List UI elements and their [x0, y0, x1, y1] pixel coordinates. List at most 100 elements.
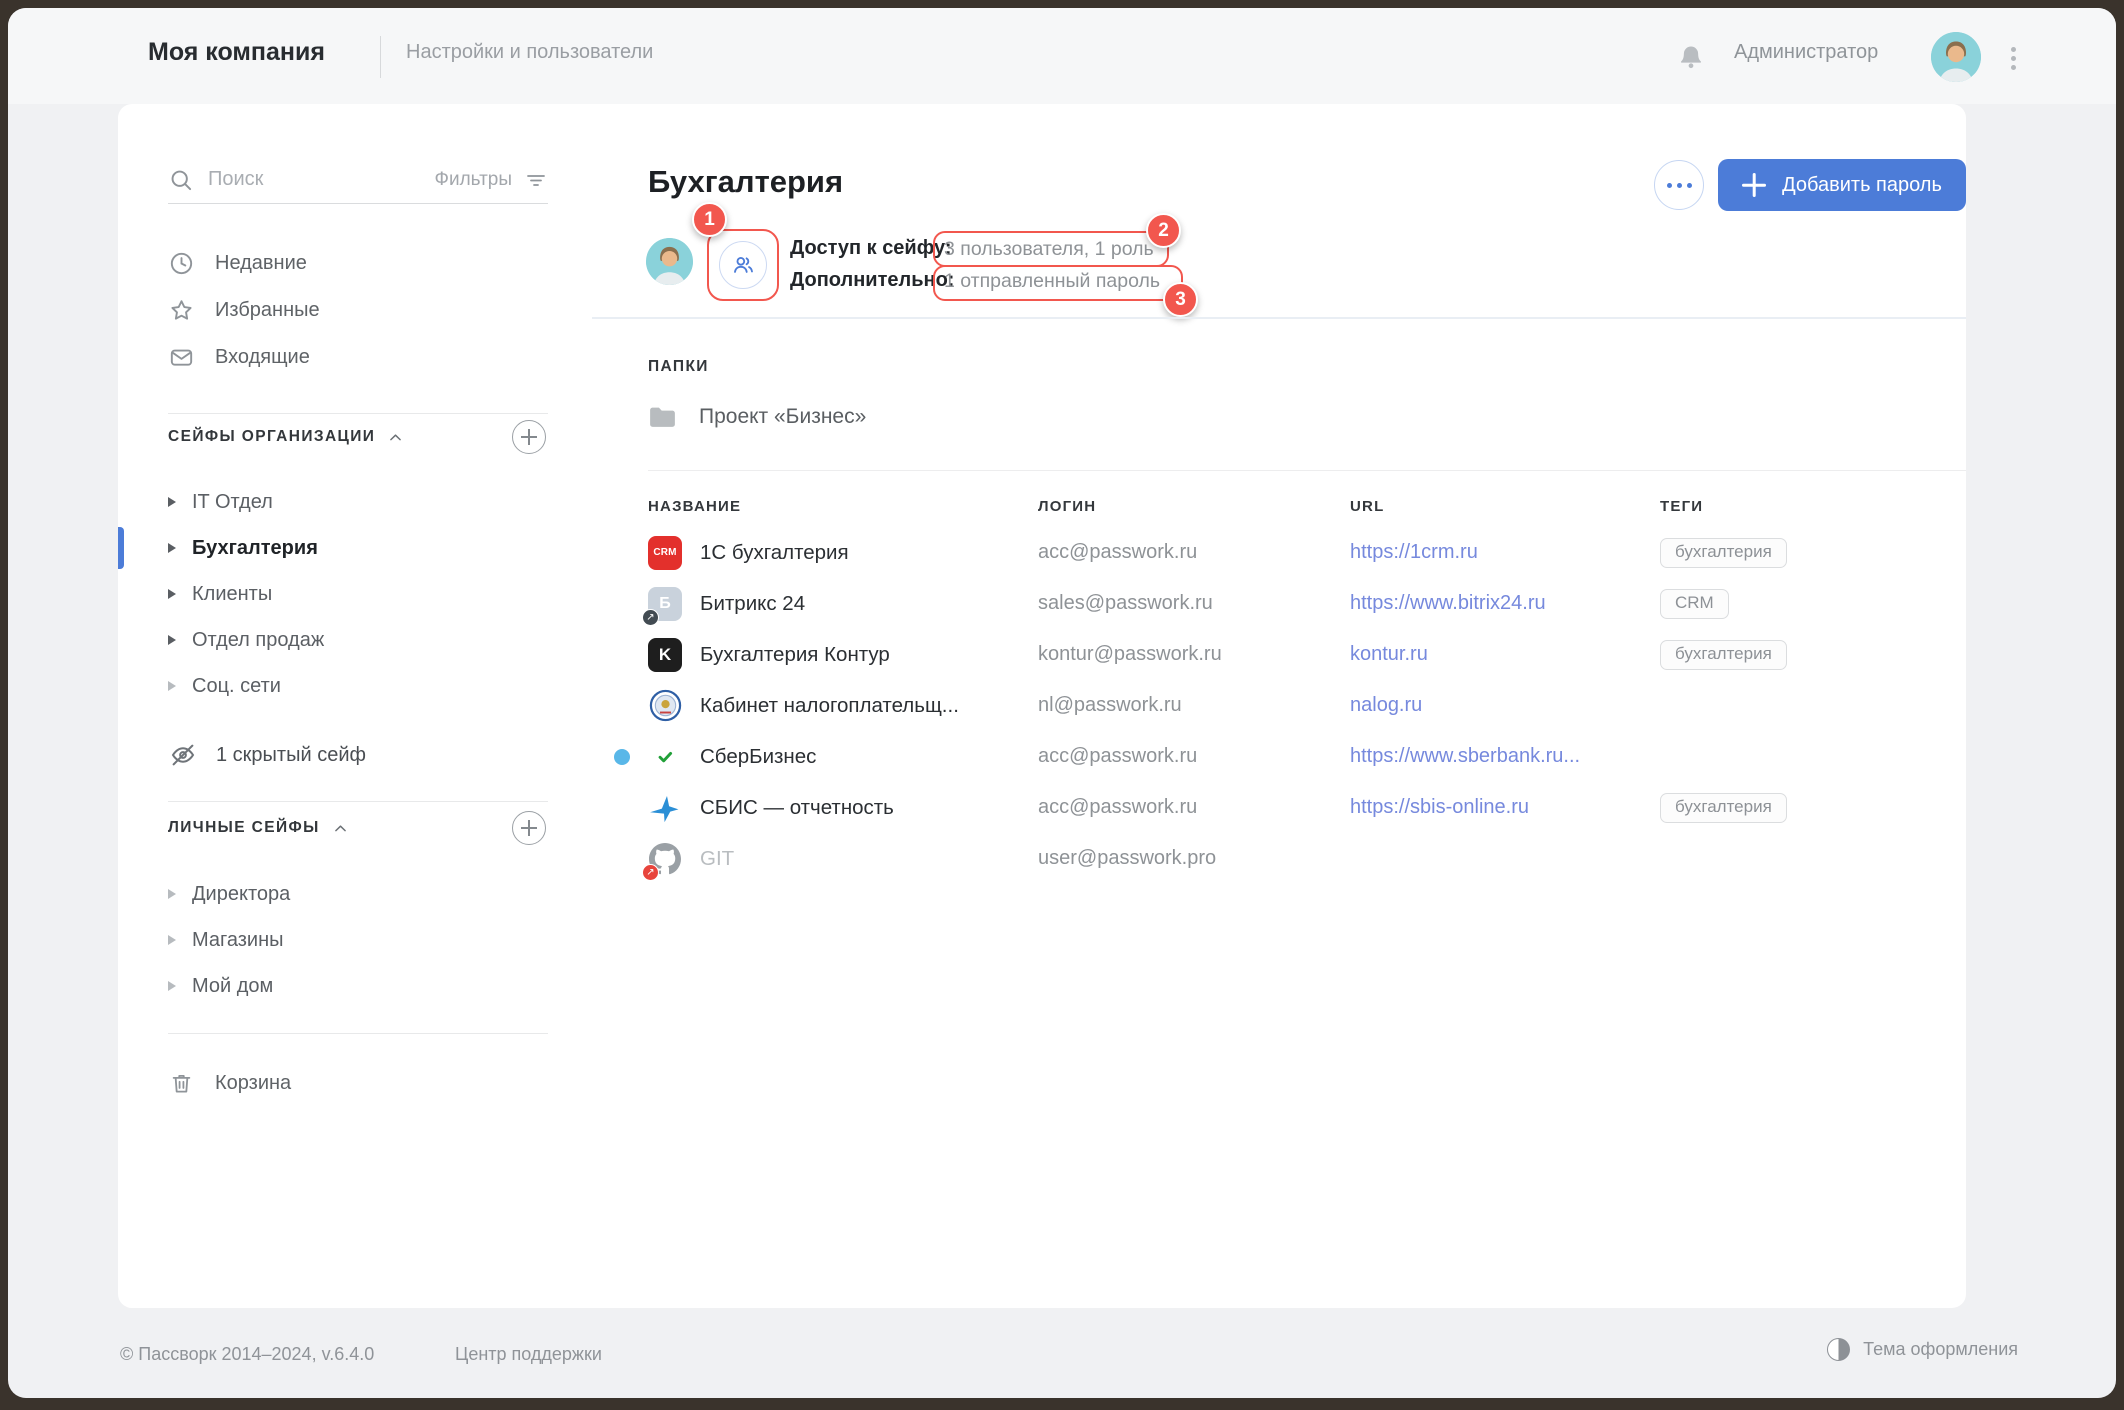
tree-arrow-icon[interactable]: [168, 935, 176, 945]
personal-safes-list: Директора Магазины Мой дом: [168, 871, 548, 1009]
org-safes-title: СЕЙФЫ ОРГАНИЗАЦИИ: [168, 428, 375, 446]
theme-toggle[interactable]: Тема оформления: [1827, 1338, 2018, 1361]
safe-label: Соц. сети: [192, 675, 281, 698]
tree-arrow-icon[interactable]: [168, 589, 176, 599]
copyright-text: © Пассворк 2014–2024, v.6.4.0: [120, 1344, 374, 1365]
table-row[interactable]: ↗ СБИС — отчетность acc@passwork.ru http…: [648, 782, 1966, 833]
add-personal-safe-button[interactable]: [512, 811, 546, 845]
table-row[interactable]: ↗ СберБизнес acc@passwork.ru https://www…: [648, 731, 1966, 782]
tree-arrow-icon[interactable]: [168, 889, 176, 899]
sidebar-item-safe[interactable]: Мой дом: [168, 963, 548, 1009]
sidebar-item-safe[interactable]: Магазины: [168, 917, 548, 963]
record-url-link[interactable]: kontur.ru: [1350, 643, 1660, 666]
folder-icon: [646, 400, 679, 433]
vault-users-button[interactable]: [714, 236, 772, 294]
sidebar-item-safe[interactable]: Директора: [168, 871, 548, 917]
safe-label: Клиенты: [192, 583, 272, 606]
record-name: GIT: [700, 847, 734, 871]
col-header-login: ЛОГИН: [1038, 498, 1350, 515]
record-url-link[interactable]: https://www.sberbank.ru...: [1350, 745, 1660, 768]
extra-label: Дополнительно:: [790, 269, 954, 292]
folder-item[interactable]: Проект «Бизнес»: [646, 400, 866, 433]
tree-arrow-icon[interactable]: [168, 543, 176, 553]
access-value[interactable]: 3 пользователя, 1 роль: [944, 238, 1154, 261]
name-cell: ↗ СБИС — отчетность: [648, 791, 1038, 825]
name-cell: CRM: [648, 536, 1038, 570]
sidebar-item-favorites[interactable]: Избранные: [168, 287, 548, 334]
record-icon: ↗: [648, 740, 682, 774]
tree-arrow-icon[interactable]: [168, 497, 176, 507]
clock-icon: [168, 250, 195, 277]
record-name: Бухгалтерия Контур: [700, 643, 890, 667]
table-row[interactable]: ↗ GIT user@passwork.pro: [648, 833, 1966, 884]
sidebar-item-safe[interactable]: Клиенты: [168, 571, 548, 617]
record-tag[interactable]: бухгалтерия: [1660, 640, 1787, 670]
nalog-icon: [649, 689, 682, 722]
table-row[interactable]: CRM: [648, 527, 1966, 578]
sidebar-item-safe[interactable]: Соц. сети: [168, 663, 548, 709]
kebab-menu-icon[interactable]: [2006, 41, 2020, 75]
sidebar-item-safe[interactable]: Бухгалтерия: [168, 525, 548, 571]
unread-dot: [614, 749, 630, 765]
record-url-link[interactable]: nalog.ru: [1350, 694, 1660, 717]
filter-icon[interactable]: [524, 168, 548, 192]
extra-value[interactable]: 1 отправленный пароль: [944, 270, 1160, 293]
trash-icon: [168, 1070, 195, 1097]
tree-arrow-icon[interactable]: [168, 635, 176, 645]
add-password-button[interactable]: Добавить пароль: [1718, 159, 1966, 211]
sidebar-item-trash[interactable]: Корзина: [168, 1060, 548, 1106]
nav-settings-and-users[interactable]: Настройки и пользователи: [406, 41, 653, 64]
tree-arrow-icon[interactable]: [168, 681, 176, 691]
search-input[interactable]: [194, 168, 435, 191]
chevron-up-icon[interactable]: [332, 820, 349, 837]
hidden-safes-label: 1 скрытый сейф: [216, 744, 366, 767]
sidebar-item-inbox[interactable]: Входящие: [168, 334, 548, 381]
record-name: Кабинет налогоплательщ...: [700, 694, 959, 718]
folder-name: Проект «Бизнес»: [699, 405, 866, 429]
record-name: СберБизнес: [700, 745, 816, 769]
record-url-link[interactable]: https://1crm.ru: [1350, 541, 1660, 564]
add-password-label: Добавить пароль: [1782, 174, 1942, 197]
more-actions-button[interactable]: [1654, 160, 1704, 210]
sidebar-item-label: Недавние: [215, 252, 307, 275]
safe-label: Отдел продаж: [192, 629, 324, 652]
record-tag[interactable]: бухгалтерия: [1660, 538, 1787, 568]
col-header-url: URL: [1350, 498, 1660, 515]
table-row[interactable]: Б: [648, 578, 1966, 629]
safe-label: Мой дом: [192, 975, 273, 998]
filters-button[interactable]: Фильтры: [435, 169, 512, 191]
add-org-safe-button[interactable]: [512, 420, 546, 454]
sidebar-item-safe[interactable]: IT Отдел: [168, 479, 548, 525]
user-avatar[interactable]: [1931, 32, 1981, 82]
trash-label: Корзина: [215, 1072, 291, 1095]
bell-icon[interactable]: [1676, 42, 1706, 72]
safe-label: Директора: [192, 883, 290, 906]
annotation-badge-1: 1: [692, 202, 727, 237]
annotation-badge-3: 3: [1163, 282, 1198, 317]
sidebar-item-recent[interactable]: Недавние: [168, 240, 548, 287]
table-row[interactable]: K: [648, 629, 1966, 680]
record-icon-label: CRM: [653, 547, 676, 558]
user-name[interactable]: Администратор: [1734, 41, 1878, 64]
chevron-up-icon[interactable]: [387, 429, 404, 446]
hidden-safes-item[interactable]: 1 скрытый сейф: [168, 732, 548, 778]
record-url-link[interactable]: https://www.bitrix24.ru: [1350, 592, 1660, 615]
name-cell: ↗ Кабинет налогоплательщ...: [648, 689, 1038, 723]
tree-arrow-icon[interactable]: [168, 981, 176, 991]
name-cell: K: [648, 638, 1038, 672]
record-login: acc@passwork.ru: [1038, 541, 1350, 564]
name-cell: Б: [648, 587, 1038, 621]
theme-label: Тема оформления: [1863, 1339, 2018, 1360]
record-name: 1С бухгалтерия: [700, 541, 849, 565]
record-tag[interactable]: бухгалтерия: [1660, 793, 1787, 823]
table-row[interactable]: ↗ Кабинет налогоплательщ... nl@passwork.…: [648, 680, 1966, 731]
record-tag[interactable]: CRM: [1660, 589, 1729, 619]
sidebar-item-safe[interactable]: Отдел продаж: [168, 617, 548, 663]
folders-section-title: ПАПКИ: [648, 358, 709, 376]
record-url-link[interactable]: https://sbis-online.ru: [1350, 796, 1660, 819]
col-header-name: НАЗВАНИЕ: [648, 498, 1038, 515]
company-title: Моя компания: [148, 38, 325, 67]
support-center-link[interactable]: Центр поддержки: [455, 1344, 602, 1365]
record-login: sales@passwork.ru: [1038, 592, 1350, 615]
password-list: CRM: [648, 527, 1966, 884]
